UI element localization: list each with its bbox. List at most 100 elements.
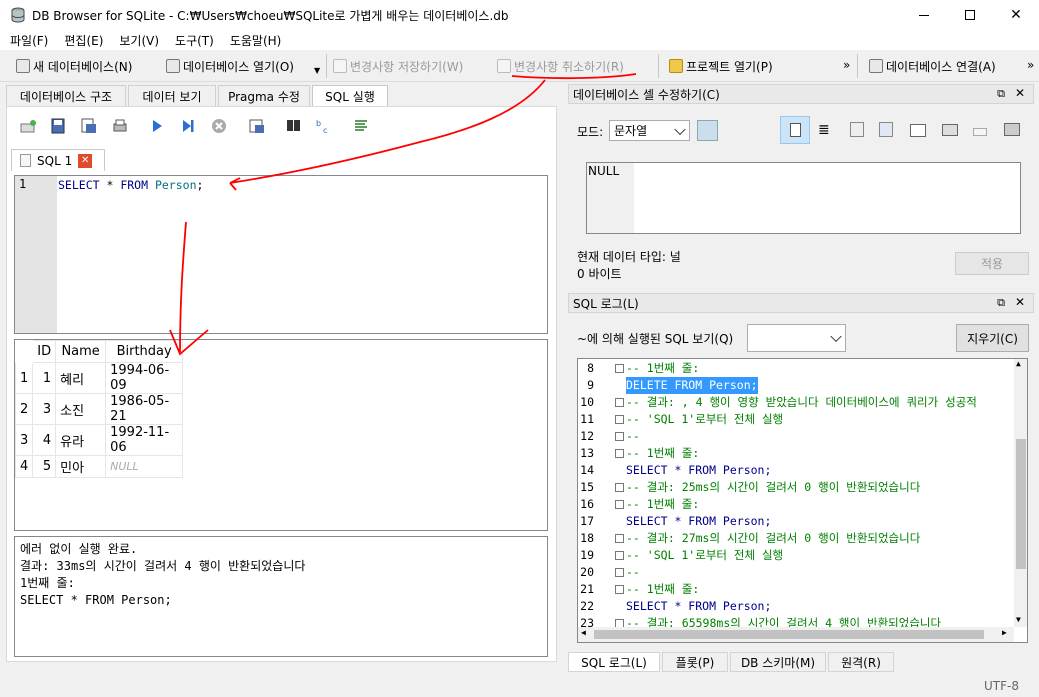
set-null-icon[interactable] [910,124,926,137]
fold-marker-icon[interactable] [615,534,624,543]
comment-block-icon[interactable] [352,117,370,135]
fold-marker-icon[interactable] [615,585,624,594]
scroll-up-icon[interactable]: ▲ [1016,359,1021,368]
write-changes-button[interactable]: 변경사항 저장하기(W) [333,56,463,76]
auto-switch-mode-icon[interactable] [697,120,718,141]
execute-current-line-icon[interactable] [179,117,197,135]
fold-marker-icon[interactable] [615,432,624,441]
text-mode-button[interactable] [780,116,810,144]
print-cell-icon[interactable] [1004,123,1020,136]
scroll-right-icon[interactable]: ▶ [1002,628,1007,637]
minimize-button[interactable] [901,0,947,30]
open-database-dropdown-icon[interactable]: ▼ [314,66,320,75]
float-panel-icon[interactable]: ⧉ [997,296,1005,310]
table-row[interactable]: 1 1 혜리 1994-06-09 [14,362,184,394]
cell-name[interactable]: 유라 [55,424,107,456]
stop-execution-icon[interactable] [210,117,228,135]
fold-marker-icon[interactable] [615,415,624,424]
table-row[interactable]: 2 3 소진 1986-05-21 [14,393,184,425]
scroll-left-icon[interactable]: ◀ [581,628,586,637]
toolbar-overflow-icon[interactable]: » [1027,58,1034,72]
column-header-id[interactable]: ID [32,340,57,363]
tab-sql-1[interactable]: SQL 1 ✕ [11,149,105,171]
tab-database-structure[interactable]: 데이터베이스 구조 [6,85,126,106]
fold-marker-icon[interactable] [615,398,624,407]
apply-button[interactable]: 적용 [955,252,1029,275]
column-header-name[interactable]: Name [55,340,107,363]
tab-remote[interactable]: 원격(R) [828,652,894,672]
tab-db-schema[interactable]: DB 스키마(M) [730,652,826,672]
import-file-icon[interactable] [850,122,864,137]
menu-file[interactable]: 파일(F) [0,32,56,49]
word-wrap-icon[interactable]: ≣ [818,122,830,138]
column-header-birthday[interactable]: Birthday [105,340,184,363]
close-tab-icon[interactable]: ✕ [78,153,93,168]
log-vertical-scrollbar[interactable]: ▲ ▼ [1014,359,1027,627]
log-horizontal-scroll-thumb[interactable] [594,630,984,639]
menu-view[interactable]: 보기(V) [111,32,167,49]
save-sql-file-icon[interactable] [80,117,98,135]
close-panel-icon[interactable]: ✕ [1015,86,1025,100]
float-panel-icon[interactable]: ⧉ [997,87,1005,101]
tab-plot[interactable]: 플롯(P) [662,652,728,672]
fold-marker-icon[interactable] [615,483,624,492]
cell-name[interactable]: 민아 [55,455,107,478]
menu-edit[interactable]: 편집(E) [56,32,111,49]
cell-birthday[interactable]: 1986-05-21 [105,393,184,425]
hex-view-icon[interactable] [973,128,987,136]
log-horizontal-scrollbar[interactable]: ◀ ▶ [578,627,1014,642]
find-replace-icon[interactable]: bc [315,117,333,135]
revert-changes-button[interactable]: 변경사항 취소하기(R) [497,56,624,76]
fold-marker-icon[interactable] [615,364,624,373]
tab-browse-data[interactable]: 데이터 보기 [128,85,216,106]
execute-all-icon[interactable] [148,117,166,135]
open-external-icon[interactable] [942,124,958,136]
row-header[interactable]: 3 [14,424,34,456]
toolbar-overflow-icon[interactable]: » [843,58,850,72]
open-sql-file-icon[interactable] [49,117,67,135]
find-text-icon[interactable] [284,117,302,135]
cell-birthday-null[interactable]: NULL [105,455,184,478]
sql-editor[interactable]: 1 SELECT * FROM Person; [14,175,548,334]
maximize-button[interactable] [947,0,993,30]
save-results-icon[interactable] [248,117,266,135]
open-project-button[interactable]: 프로젝트 열기(P) [669,56,773,76]
log-vertical-scroll-thumb[interactable] [1016,439,1026,569]
tab-sql-log[interactable]: SQL 로그(L) [568,652,660,672]
cell-id[interactable]: 1 [32,362,57,394]
cell-birthday[interactable]: 1992-11-06 [105,424,184,456]
cell-id[interactable]: 5 [32,455,57,478]
cell-birthday[interactable]: 1994-06-09 [105,362,184,394]
row-header[interactable]: 4 [14,455,34,478]
clear-log-button[interactable]: 지우기(C) [956,324,1029,352]
row-header[interactable]: 2 [14,393,34,425]
cell-value-editor[interactable]: NULL [586,162,1021,234]
tab-execute-sql[interactable]: SQL 실행 [312,85,388,106]
submitted-by-select[interactable] [747,324,846,352]
close-panel-icon[interactable]: ✕ [1015,295,1025,309]
results-grid[interactable]: ID Name Birthday 1 1 혜리 1994-06-09 2 3 소진 1986… [14,339,548,531]
close-button[interactable]: ✕ [993,0,1039,30]
attach-database-button[interactable]: 데이터베이스 연결(A) [869,56,996,76]
scroll-down-icon[interactable]: ▼ [1016,615,1021,624]
table-row[interactable]: 3 4 유라 1992-11-06 [14,424,184,456]
cell-id[interactable]: 4 [32,424,57,456]
cell-id[interactable]: 3 [32,393,57,425]
export-file-icon[interactable] [879,122,893,137]
menu-tools[interactable]: 도구(T) [167,32,222,49]
new-database-button[interactable]: 새 데이터베이스(N) [16,56,132,76]
print-icon[interactable] [111,117,129,135]
open-database-button[interactable]: 데이터베이스 열기(O) [166,56,294,76]
open-tab-icon[interactable] [19,117,37,135]
fold-marker-icon[interactable] [615,568,624,577]
cell-name[interactable]: 혜리 [55,362,107,394]
mode-select[interactable]: 문자열 [609,120,690,141]
fold-marker-icon[interactable] [615,449,624,458]
row-header[interactable]: 1 [14,362,34,394]
fold-marker-icon[interactable] [615,551,624,560]
table-row[interactable]: 4 5 민아 NULL [14,455,184,478]
tab-edit-pragmas[interactable]: Pragma 수정 [218,85,310,106]
cell-name[interactable]: 소진 [55,393,107,425]
menu-help[interactable]: 도움말(H) [222,32,290,49]
fold-marker-icon[interactable] [615,500,624,509]
